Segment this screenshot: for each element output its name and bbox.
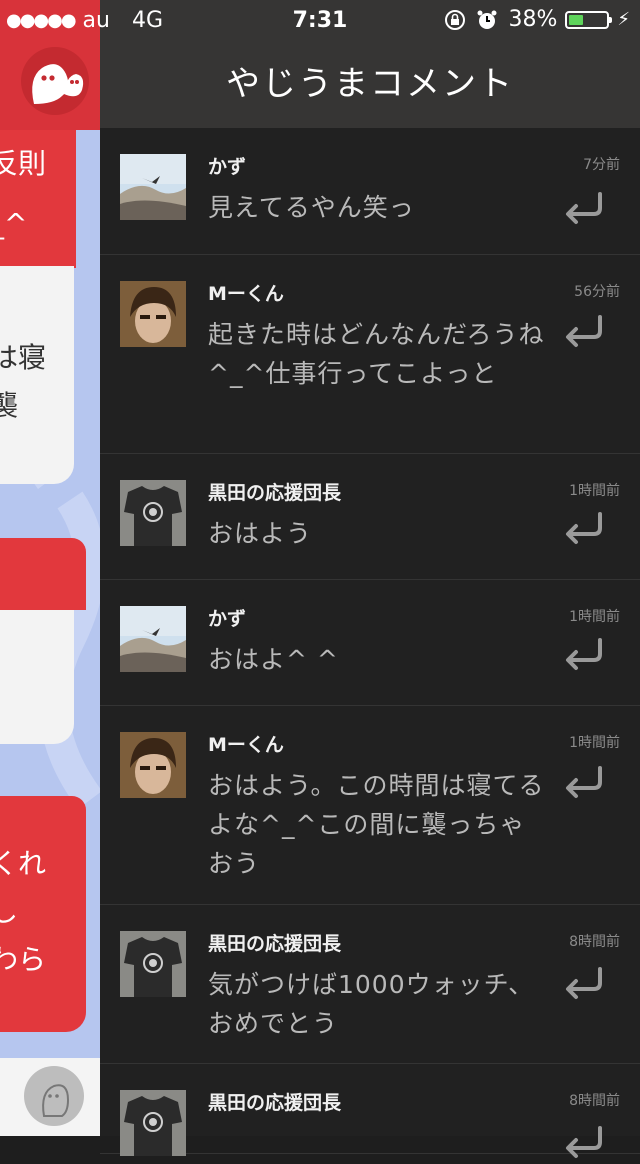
comment-timestamp: 8時間前 [569, 934, 620, 950]
comment-timestamp: 1時間前 [569, 483, 620, 499]
battery-icon [565, 10, 613, 29]
user-avatar-icon[interactable] [24, 1066, 84, 1126]
chat-bubble-text: くれ し わら [0, 847, 47, 976]
comment-username: Mーくん [208, 283, 284, 305]
status-bar: ●●●●● au 4G 7:31 38% ⚡ [0, 0, 640, 40]
comment-username: かず [208, 608, 247, 630]
comment-text: おはよう。この時間は寝てるよな^_^この間に襲っちゃおう [208, 771, 545, 878]
reply-icon[interactable] [560, 510, 606, 546]
comment-row[interactable]: かず 7分前見えてるやん笑っ [100, 128, 640, 255]
user-avatar[interactable] [120, 931, 186, 997]
user-avatar[interactable] [120, 1090, 186, 1156]
comment-username: 黒田の応援団長 [208, 933, 342, 955]
background-app-strip[interactable]: 反則 _^ は寝 襲 くれ し わら [0, 0, 100, 1136]
chat-bubble: 反則 _^ [0, 130, 76, 268]
chat-bubble [0, 538, 86, 610]
comment-row[interactable]: かず 1時間前おはよ^ ^ [100, 580, 640, 706]
status-right: 38% ⚡ [444, 7, 630, 32]
comment-timestamp: 1時間前 [569, 735, 620, 751]
chat-bubble: は寝 襲 [0, 266, 74, 484]
reply-icon[interactable] [560, 313, 606, 349]
comment-username: 黒田の応援団長 [208, 1092, 342, 1114]
comment-row[interactable]: 黒田の応援団長 8時間前 [100, 1064, 640, 1158]
chat-bubble: くれ し わら [0, 796, 86, 1032]
charging-icon: ⚡ [617, 9, 630, 30]
comment-row[interactable]: 黒田の応援団長 1時間前おはよう [100, 454, 640, 580]
page-title: やじうまコメント [226, 64, 514, 104]
comment-text: 気がつけば1000ウォッチ、おめでとう [208, 970, 535, 1038]
user-avatar[interactable] [120, 154, 186, 220]
comment-text: 起きた時はどんなんだろうね^_^仕事行ってこよっと [208, 320, 545, 388]
reply-icon[interactable] [560, 764, 606, 800]
background-footer [0, 1058, 100, 1136]
comment-username: 黒田の応援団長 [208, 482, 342, 504]
comment-text: 見えてるやん笑っ [208, 193, 415, 222]
comment-timestamp: 8時間前 [569, 1093, 620, 1109]
comment-list: かず 7分前見えてるやん笑っ Mーくん 56分前起きた時はどんなんだろうね^_^仕事行… [100, 128, 640, 1158]
reply-icon[interactable] [560, 190, 606, 226]
chat-bubble-text: は寝 襲 [0, 341, 47, 422]
comment-timestamp: 7分前 [583, 157, 620, 173]
user-avatar[interactable] [120, 606, 186, 672]
user-avatar[interactable] [120, 480, 186, 546]
battery-percent: 38% [508, 7, 558, 32]
reply-icon[interactable] [560, 636, 606, 672]
reply-icon[interactable] [560, 965, 606, 1001]
comment-row[interactable]: 黒田の応援団長 8時間前気がつけば1000ウォッチ、おめでとう [100, 905, 640, 1064]
app-logo-icon[interactable] [20, 46, 90, 116]
ghost-icon [42, 1084, 70, 1117]
battery-fill [569, 14, 584, 25]
comment-timestamp: 56分前 [574, 284, 620, 300]
comment-text: おはよう [208, 519, 313, 548]
alarm-icon [477, 10, 497, 29]
user-avatar[interactable] [120, 732, 186, 798]
reply-icon[interactable] [560, 1124, 606, 1160]
comment-row[interactable]: Mーくん 56分前起きた時はどんなんだろうね^_^仕事行ってこよっと [100, 255, 640, 454]
comments-panel: やじうまコメント かず 7分前見えてるやん笑っ Mーくん 56分前起きた時はどんなんだ… [100, 0, 640, 1158]
comment-row[interactable]: Mーくん 1時間前おはよう。この時間は寝てるよな^_^この間に襲っちゃおう [100, 706, 640, 905]
chat-bubble-text: _^ [0, 207, 28, 240]
comment-username: かず [208, 156, 247, 178]
rotation-lock-icon [445, 9, 466, 30]
comment-text: おはよ^ ^ [208, 645, 339, 674]
chat-bubble-text: 反則 [0, 147, 47, 180]
comment-timestamp: 1時間前 [569, 609, 620, 625]
chat-bubble [0, 610, 74, 744]
comment-username: Mーくん [208, 734, 284, 756]
user-avatar[interactable] [120, 281, 186, 347]
